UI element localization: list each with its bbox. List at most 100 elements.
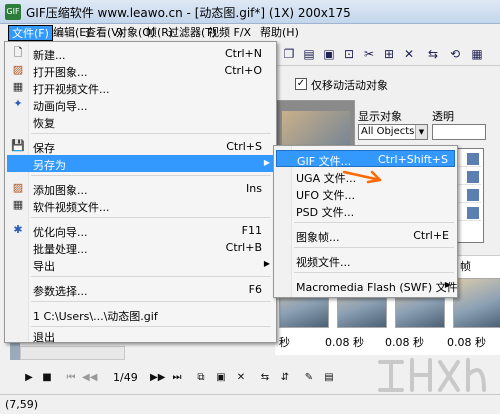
open-video-icon: ▦: [12, 80, 24, 93]
menu-file[interactable]: 文件(F): [8, 25, 53, 41]
menu-item-label: PSD 文件...: [296, 206, 355, 219]
display-object-select[interactable]: All Objects ▼: [358, 124, 428, 140]
menu-help[interactable]: 帮助(H): [257, 25, 302, 41]
menu-separator: [31, 175, 271, 176]
chevron-down-icon: ▼: [415, 125, 427, 139]
menu-item-shortcut: Ctrl+N: [224, 47, 262, 60]
copy-icon[interactable]: ❐: [281, 46, 297, 62]
menu-item-shortcut: Ctrl+S: [226, 140, 262, 153]
menu-item-save[interactable]: 💾 保存 Ctrl+S: [7, 138, 274, 155]
menu-item-label: 视频文件...: [296, 256, 351, 269]
submenu-item-psd[interactable]: PSD 文件...: [276, 202, 455, 219]
select-icon[interactable]: ▣: [321, 46, 337, 62]
play-icon[interactable]: ▶: [22, 371, 36, 385]
frame-tools-icon[interactable]: ✎: [302, 371, 316, 385]
menu-item-label: 打开图象...: [33, 66, 88, 79]
move-active-only-checkbox[interactable]: ✓: [295, 78, 307, 90]
rotate-icon[interactable]: ⟲: [447, 46, 463, 62]
menu-item-shortcut: F11: [241, 224, 262, 237]
menu-item-save-as[interactable]: 另存为 ▶: [7, 155, 274, 172]
transparency-label: 透明: [432, 110, 454, 123]
submenu-arrow-icon: ▶: [263, 158, 270, 167]
frame-delay: 0.08 秒: [385, 336, 424, 349]
flip-icon[interactable]: ⇆: [425, 46, 441, 62]
menu-item-label: 打开视频文件...: [33, 83, 110, 96]
window-title: GIF压缩软件 www.leawo.cn - [动态图.gif*] (1X) 2…: [26, 6, 351, 20]
menu-separator: [294, 247, 454, 248]
menu-item-shortcut: Ctrl+Shift+S: [378, 153, 448, 166]
menu-separator: [31, 133, 271, 134]
file-menu: 🗋 新建... Ctrl+N ▨ 打开图象... Ctrl+O ▦ 打开视频文件…: [4, 41, 277, 344]
delete-icon[interactable]: ✕: [401, 46, 417, 62]
menu-item-export[interactable]: 导出 ▶: [7, 256, 274, 273]
horizontal-scrollbar[interactable]: [20, 346, 125, 360]
menu-video-fx[interactable]: 视频 F/X: [205, 25, 254, 41]
cursor-coordinates: (7,59): [5, 398, 39, 411]
frame-delay: 0.08 秒: [447, 336, 486, 349]
menu-item-label: 1 C:\Users\...\动态图.gif: [33, 310, 158, 323]
menu-item-open-image[interactable]: ▨ 打开图象... Ctrl+O: [7, 62, 274, 79]
app-icon: GIF: [5, 4, 21, 20]
menu-item-label: 保存: [33, 142, 55, 155]
submenu-item-ufo[interactable]: UFO 文件...: [276, 185, 455, 202]
stop-icon[interactable]: ■: [40, 371, 54, 385]
menu-item-preferences[interactable]: 参数选择... F6: [7, 281, 274, 298]
video-file-icon: ▦: [12, 198, 24, 211]
menu-separator: [294, 272, 454, 273]
menu-item-open-video[interactable]: ▦ 打开视频文件...: [7, 79, 274, 96]
menu-item-label: 导出: [33, 260, 55, 273]
last-frame-icon[interactable]: ⏭: [170, 371, 184, 385]
image-icon[interactable]: ▦: [469, 46, 485, 62]
main-toolbar: ❐ ▤ ▣ ⊡ ✂ ⊞ ✕ ⇆ ⟲ ▦: [275, 42, 500, 66]
frame-delay: 0.08 秒: [325, 336, 364, 349]
pointer-arrow-icon: [342, 170, 382, 184]
menu-item-revert[interactable]: 恢复: [7, 113, 274, 130]
open-image-icon: ▨: [12, 63, 24, 76]
first-frame-icon[interactable]: ⏮: [64, 371, 78, 385]
color-swatch: [467, 153, 479, 165]
menu-separator: [31, 301, 271, 302]
menu-item-recent-file[interactable]: 1 C:\Users\...\动态图.gif: [7, 306, 274, 323]
next-frame-icon[interactable]: ▶▶: [150, 371, 165, 385]
frame-header: 帧: [460, 260, 471, 273]
merge-icon[interactable]: ⊞: [381, 46, 397, 62]
menu-item-video-file[interactable]: ▦ 软件视频文件...: [7, 197, 274, 214]
submenu-item-flash-swf[interactable]: Macromedia Flash (SWF) 文件 ▶: [276, 277, 458, 294]
menu-item-label: UFO 文件...: [296, 189, 356, 202]
color-swatch: [467, 207, 479, 219]
color-swatch: [467, 171, 479, 183]
menu-item-new[interactable]: 🗋 新建... Ctrl+N: [7, 45, 274, 62]
menu-item-add-image[interactable]: ▨ 添加图象... Ins: [7, 180, 274, 197]
prev-frame-icon[interactable]: ◀◀: [82, 371, 97, 385]
color-swatch: [467, 189, 479, 201]
submenu-item-video-file[interactable]: 视频文件...: [276, 252, 455, 269]
add-image-icon: ▨: [12, 181, 24, 194]
menu-item-animation-wizard[interactable]: ✦ 动画向导...: [7, 96, 274, 113]
frame-save-icon[interactable]: ▤: [322, 371, 336, 385]
new-file-icon: 🗋: [13, 46, 23, 59]
submenu-item-gif[interactable]: GIF 文件... Ctrl+Shift+S: [276, 150, 455, 168]
frame-flip-icon[interactable]: ⇆: [258, 371, 272, 385]
frame-delete-icon[interactable]: ✕: [234, 371, 248, 385]
menu-item-label: Macromedia Flash (SWF) 文件: [296, 281, 458, 294]
menu-item-optimize-wizard[interactable]: ✱ 优化向导... F11: [7, 222, 274, 239]
menu-item-label: 软件视频文件...: [33, 201, 110, 214]
menu-item-label: 批量处理...: [33, 243, 88, 256]
submenu-item-image-frames[interactable]: 图象帧... Ctrl+E: [276, 227, 455, 244]
menu-item-exit[interactable]: 退出: [7, 327, 274, 344]
transparency-field[interactable]: [432, 124, 486, 140]
display-object-value: All Objects: [361, 126, 415, 137]
frame-copy-icon[interactable]: ⧉: [194, 371, 208, 385]
crop-icon[interactable]: ⊡: [341, 46, 357, 62]
frame-reverse-icon[interactable]: ⇵: [278, 371, 292, 385]
frame-paste-icon[interactable]: ▣: [214, 371, 228, 385]
frame-delay: 秒: [279, 336, 290, 349]
menu-item-batch[interactable]: 批量处理... Ctrl+B: [7, 239, 274, 256]
frame-thumbnail[interactable]: [453, 278, 500, 328]
cut-icon[interactable]: ✂: [361, 46, 377, 62]
menu-separator: [294, 222, 454, 223]
menu-item-shortcut: Ctrl+B: [225, 241, 262, 254]
save-icon: 💾: [11, 139, 25, 152]
display-object-label: 显示对象: [358, 110, 402, 123]
paste-icon[interactable]: ▤: [301, 46, 317, 62]
